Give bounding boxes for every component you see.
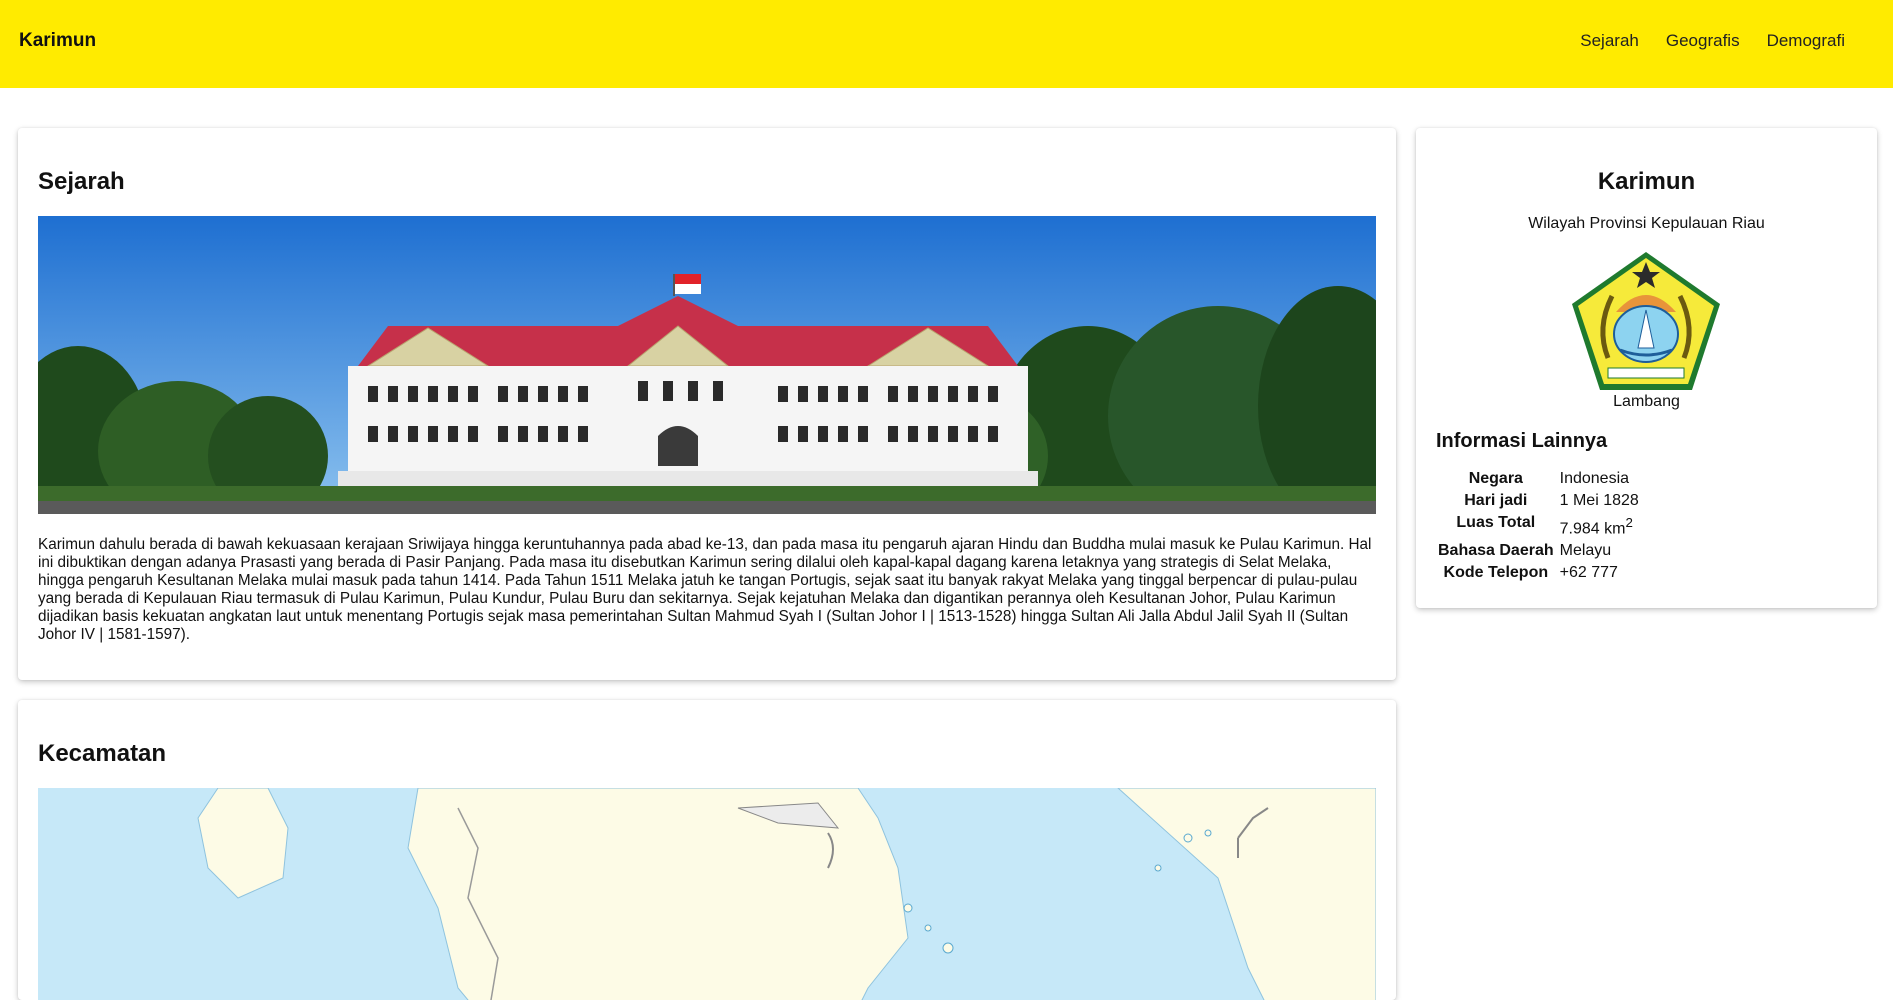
table-row: Kode Telepon +62 777 [1436,562,1641,584]
brand-link[interactable]: Karimun [19,30,96,52]
nav-link-sejarah[interactable]: Sejarah [1580,31,1639,51]
area-unit-exponent: 2 [1625,515,1633,530]
table-row: Luas Total 7.984 km2 [1436,512,1641,540]
kecamatan-title: Kecamatan [38,740,167,767]
info-value: Indonesia [1559,470,1630,487]
info-key: Hari jadi [1464,492,1528,509]
sejarah-card: Sejarah Karimun dahulu berada di bawah k… [18,128,1396,680]
sejarah-paragraph: Karimun dahulu berada di bawah kekuasaan… [38,536,1372,643]
info-key: Kode Telepon [1443,564,1549,582]
info-section-title: Informasi Lainnya [1436,430,1608,452]
sejarah-title: Sejarah [38,168,125,195]
top-navbar: Karimun Sejarah Geografis Demografi [0,0,1893,88]
nav-link-geografis[interactable]: Geografis [1666,31,1740,51]
table-row: Bahasa Daerah Melayu [1436,540,1641,562]
info-card: Karimun Wilayah Provinsi Kepulauan Riau … [1416,128,1877,608]
kecamatan-map-image [38,788,1376,1000]
info-title: Karimun [1597,168,1696,195]
info-key: Negara [1468,470,1523,487]
nav-links: Sejarah Geografis Demografi [1553,31,1845,51]
info-value: 7.984 km2 [1558,512,1641,540]
table-row: Hari jadi 1 Mei 1828 [1436,490,1641,512]
emblem-caption: Lambang [1613,393,1680,410]
sejarah-image [38,216,1376,514]
info-value: 1 Mei 1828 [1559,492,1639,509]
info-subtitle: Wilayah Provinsi Kepulauan Riau [1528,215,1765,232]
kecamatan-card: Kecamatan [18,700,1396,1000]
info-value: +62 777 [1559,564,1618,582]
info-table: Negara Indonesia Hari jadi 1 Mei 1828 Lu… [1436,468,1641,584]
info-value: Melayu [1559,542,1612,560]
coat-of-arms-emblem [1568,248,1724,394]
info-key: Bahasa Daerah [1438,542,1554,560]
info-key: Luas Total [1456,514,1536,531]
nav-link-demografi[interactable]: Demografi [1767,31,1845,51]
area-value: 7.984 km [1559,520,1626,538]
table-row: Negara Indonesia [1436,468,1641,490]
